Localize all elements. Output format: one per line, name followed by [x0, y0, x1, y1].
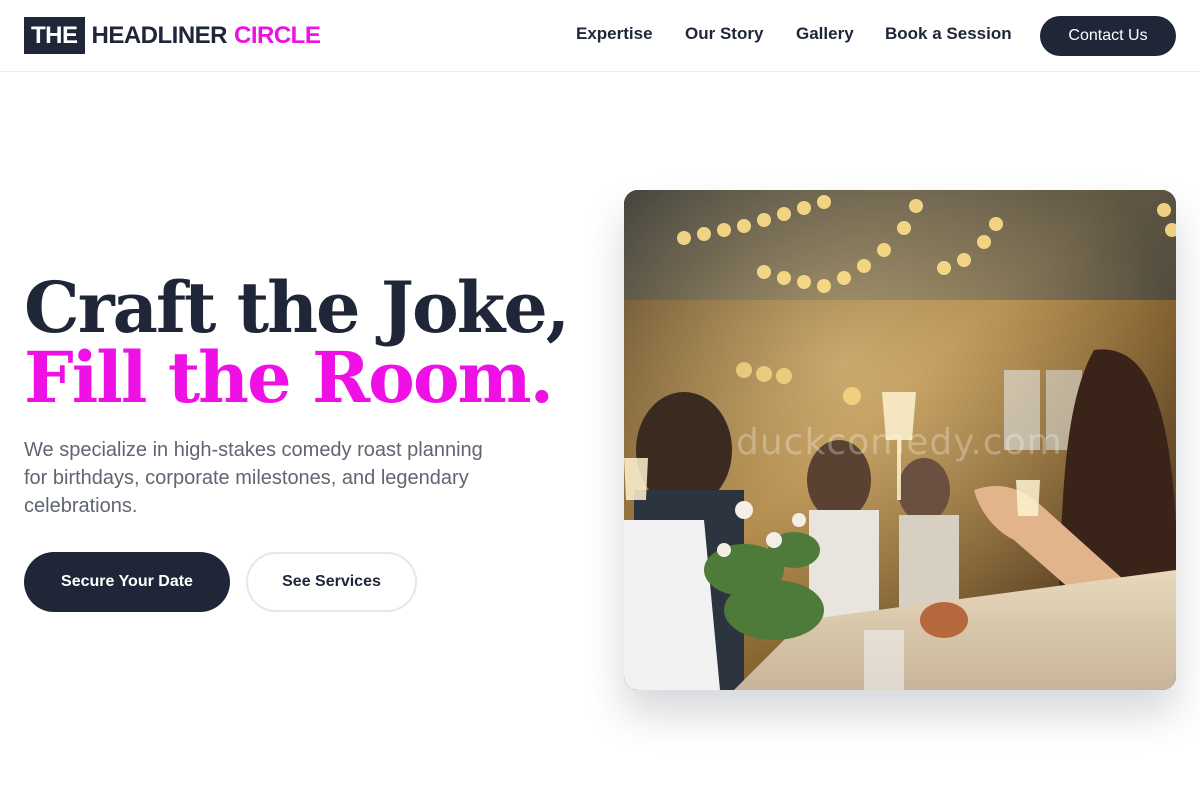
- nav-link-our-story[interactable]: Our Story: [685, 22, 763, 46]
- nav-link-expertise[interactable]: Expertise: [576, 22, 653, 46]
- see-services-button[interactable]: See Services: [246, 552, 417, 612]
- nav-link-book-session[interactable]: Book a Session: [885, 22, 1012, 46]
- logo-word-headliner: HEADLINER: [91, 21, 228, 49]
- logo-badge: THE: [24, 17, 85, 54]
- site-header: THE HEADLINER CIRCLE Expertise Our Story…: [0, 0, 1200, 72]
- secure-date-button[interactable]: Secure Your Date: [24, 552, 230, 612]
- photo-watermark: duckcomedy.com: [736, 422, 1063, 463]
- hero-subtitle: We specialize in high-stakes comedy roas…: [24, 439, 483, 517]
- hero-headline-line2: Fill the Room.: [24, 336, 554, 419]
- hero-photo: duckcomedy.com: [624, 190, 1176, 690]
- logo-word-circle: CIRCLE: [234, 21, 321, 49]
- brand-logo[interactable]: THE HEADLINER CIRCLE: [24, 17, 321, 54]
- nav-link-gallery[interactable]: Gallery: [796, 22, 854, 46]
- contact-us-button[interactable]: Contact Us: [1040, 16, 1176, 56]
